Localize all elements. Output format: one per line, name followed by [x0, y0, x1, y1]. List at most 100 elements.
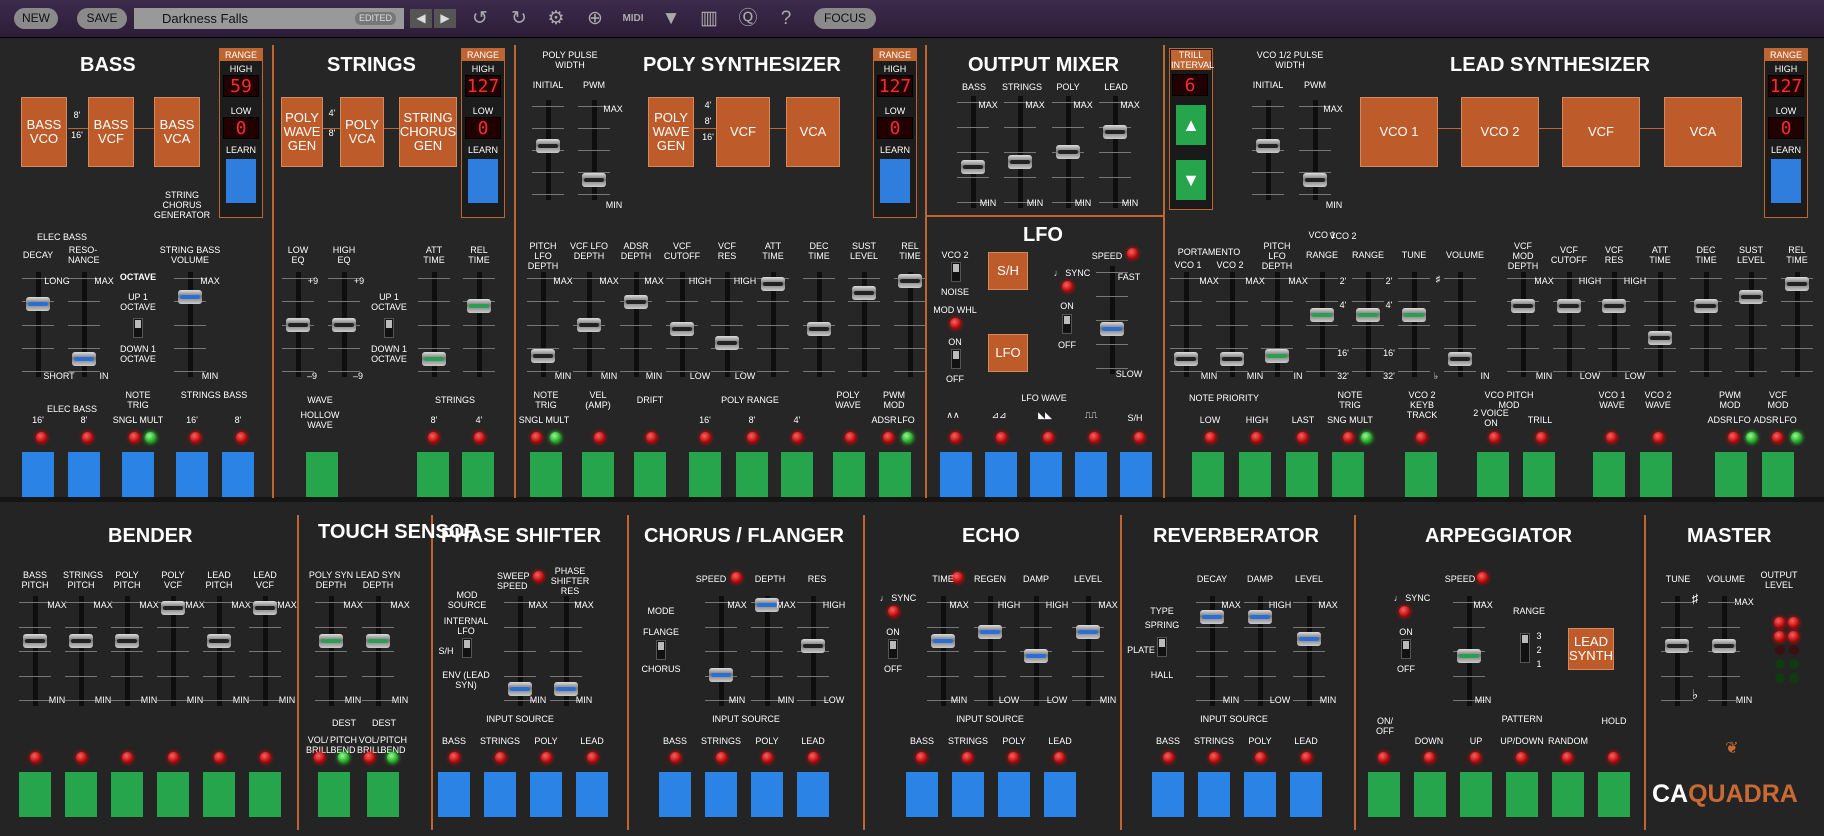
top-pad-25[interactable]: [1405, 452, 1437, 497]
poly-fader-6[interactable]: [807, 322, 831, 337]
poly-fader-5[interactable]: [761, 276, 785, 291]
low-eq-fader[interactable]: [286, 317, 310, 332]
trill-down-button[interactable]: ▼: [1176, 160, 1206, 200]
redo-icon[interactable]: ↻: [506, 6, 532, 32]
lead-fader-1[interactable]: [1220, 352, 1244, 367]
strings-low-display[interactable]: 0: [465, 117, 501, 139]
touch-1-fader[interactable]: [366, 634, 390, 649]
phase-1-fader[interactable]: [554, 682, 578, 697]
lead-fader-10[interactable]: [1648, 331, 1672, 346]
lfo-source-switch[interactable]: [951, 262, 961, 282]
top-pad-4[interactable]: [222, 452, 254, 497]
bottom-pad-17[interactable]: [952, 772, 984, 817]
new-button[interactable]: NEW: [14, 8, 58, 29]
lead-fader-8[interactable]: [1557, 299, 1581, 314]
bottom-pad-1[interactable]: [65, 772, 97, 817]
bottom-pad-0[interactable]: [19, 772, 51, 817]
lead-low-display[interactable]: 0: [1768, 117, 1804, 139]
bottom-pad-2[interactable]: [111, 772, 143, 817]
lead-fader-0[interactable]: [1174, 352, 1198, 367]
top-pad-6[interactable]: [417, 452, 449, 497]
arp-speed-fader[interactable]: [1457, 648, 1481, 663]
lead-fader-12[interactable]: [1739, 290, 1763, 305]
bottom-pad-5[interactable]: [249, 772, 281, 817]
poly-fader-7[interactable]: [852, 285, 876, 300]
top-pad-23[interactable]: [1286, 452, 1318, 497]
bottom-pad-18[interactable]: [998, 772, 1030, 817]
master-tune-fader[interactable]: [1665, 639, 1689, 654]
strings-rel-fader[interactable]: [467, 299, 491, 314]
lfo-speed-fader[interactable]: [1100, 322, 1124, 337]
bass-learn-button[interactable]: [226, 159, 256, 203]
top-pad-13[interactable]: [781, 452, 813, 497]
touch-0-fader[interactable]: [319, 634, 343, 649]
top-pad-27[interactable]: [1523, 452, 1555, 497]
lead-pwm-fader[interactable]: [1303, 173, 1327, 188]
bottom-pad-13[interactable]: [705, 772, 737, 817]
top-pad-30[interactable]: [1715, 452, 1747, 497]
top-pad-31[interactable]: [1762, 452, 1794, 497]
poly-fader-3[interactable]: [670, 322, 694, 337]
midi-icon[interactable]: MIDI: [620, 6, 646, 32]
lead-high-display[interactable]: 127: [1768, 75, 1804, 97]
lfo-sync-switch[interactable]: [1062, 314, 1072, 334]
strings-learn-button[interactable]: [468, 159, 498, 203]
bass-decay-fader[interactable]: [26, 296, 50, 311]
phase-mod-source-switch[interactable]: [462, 638, 472, 658]
output-2-fader[interactable]: [1056, 145, 1080, 159]
lead-fader-2[interactable]: [1265, 349, 1289, 364]
output-0-fader[interactable]: [961, 159, 985, 174]
top-pad-2[interactable]: [122, 452, 154, 497]
bender-4-fader[interactable]: [207, 634, 231, 649]
preset-name-field[interactable]: Darkness Falls EDITED: [134, 8, 404, 29]
echo-3-fader[interactable]: [1076, 624, 1100, 639]
bottom-pad-29[interactable]: [1598, 772, 1630, 817]
bottom-pad-3[interactable]: [157, 772, 189, 817]
poly-fader-8[interactable]: [898, 273, 922, 288]
top-pad-19[interactable]: [1075, 452, 1107, 497]
output-3-fader[interactable]: [1103, 125, 1127, 140]
bottom-pad-14[interactable]: [751, 772, 783, 817]
arp-sync-switch[interactable]: [1401, 639, 1411, 659]
top-pad-18[interactable]: [1030, 452, 1062, 497]
next-preset-button[interactable]: ▶: [434, 9, 456, 28]
output-1-fader[interactable]: [1008, 154, 1032, 169]
chorus-0-fader[interactable]: [709, 668, 733, 682]
bottom-pad-28[interactable]: [1552, 772, 1584, 817]
poly-low-display[interactable]: 0: [877, 117, 913, 139]
top-pad-5[interactable]: [306, 452, 338, 497]
gear-icon[interactable]: ⚙: [543, 6, 569, 32]
top-pad-9[interactable]: [582, 452, 614, 497]
lead-initial-pw-fader[interactable]: [1256, 138, 1280, 153]
bass-low-display[interactable]: 0: [223, 117, 259, 139]
bottom-pad-23[interactable]: [1290, 772, 1322, 817]
bottom-pad-27[interactable]: [1506, 772, 1538, 817]
bottom-pad-16[interactable]: [906, 772, 938, 817]
save-button[interactable]: SAVE: [77, 8, 127, 29]
poly-fader-4[interactable]: [715, 335, 739, 350]
trill-up-button[interactable]: ▲: [1176, 105, 1206, 145]
strings-octave-switch[interactable]: [384, 318, 394, 338]
bottom-pad-6[interactable]: [318, 772, 350, 817]
echo-2-fader[interactable]: [1024, 648, 1048, 663]
top-pad-22[interactable]: [1239, 452, 1271, 497]
bottom-pad-8[interactable]: [438, 772, 470, 817]
echo-sync-switch[interactable]: [888, 639, 898, 659]
bottom-pad-22[interactable]: [1244, 772, 1276, 817]
master-volume-fader[interactable]: [1712, 639, 1736, 654]
lead-fader-7[interactable]: [1511, 299, 1535, 314]
lead-fader-4[interactable]: [1356, 308, 1380, 323]
poly-high-display[interactable]: 127: [877, 75, 913, 97]
bottom-pad-15[interactable]: [797, 772, 829, 817]
top-pad-14[interactable]: [833, 452, 865, 497]
top-pad-11[interactable]: [689, 452, 721, 497]
top-pad-20[interactable]: [1120, 452, 1152, 497]
top-pad-16[interactable]: [940, 452, 972, 497]
reverb-2-fader[interactable]: [1297, 632, 1321, 647]
top-pad-15[interactable]: [879, 452, 911, 497]
top-pad-29[interactable]: [1640, 452, 1672, 497]
bottom-pad-20[interactable]: [1152, 772, 1184, 817]
bottom-pad-7[interactable]: [367, 772, 399, 817]
lead-fader-11[interactable]: [1694, 299, 1718, 314]
bottom-pad-25[interactable]: [1414, 772, 1446, 817]
